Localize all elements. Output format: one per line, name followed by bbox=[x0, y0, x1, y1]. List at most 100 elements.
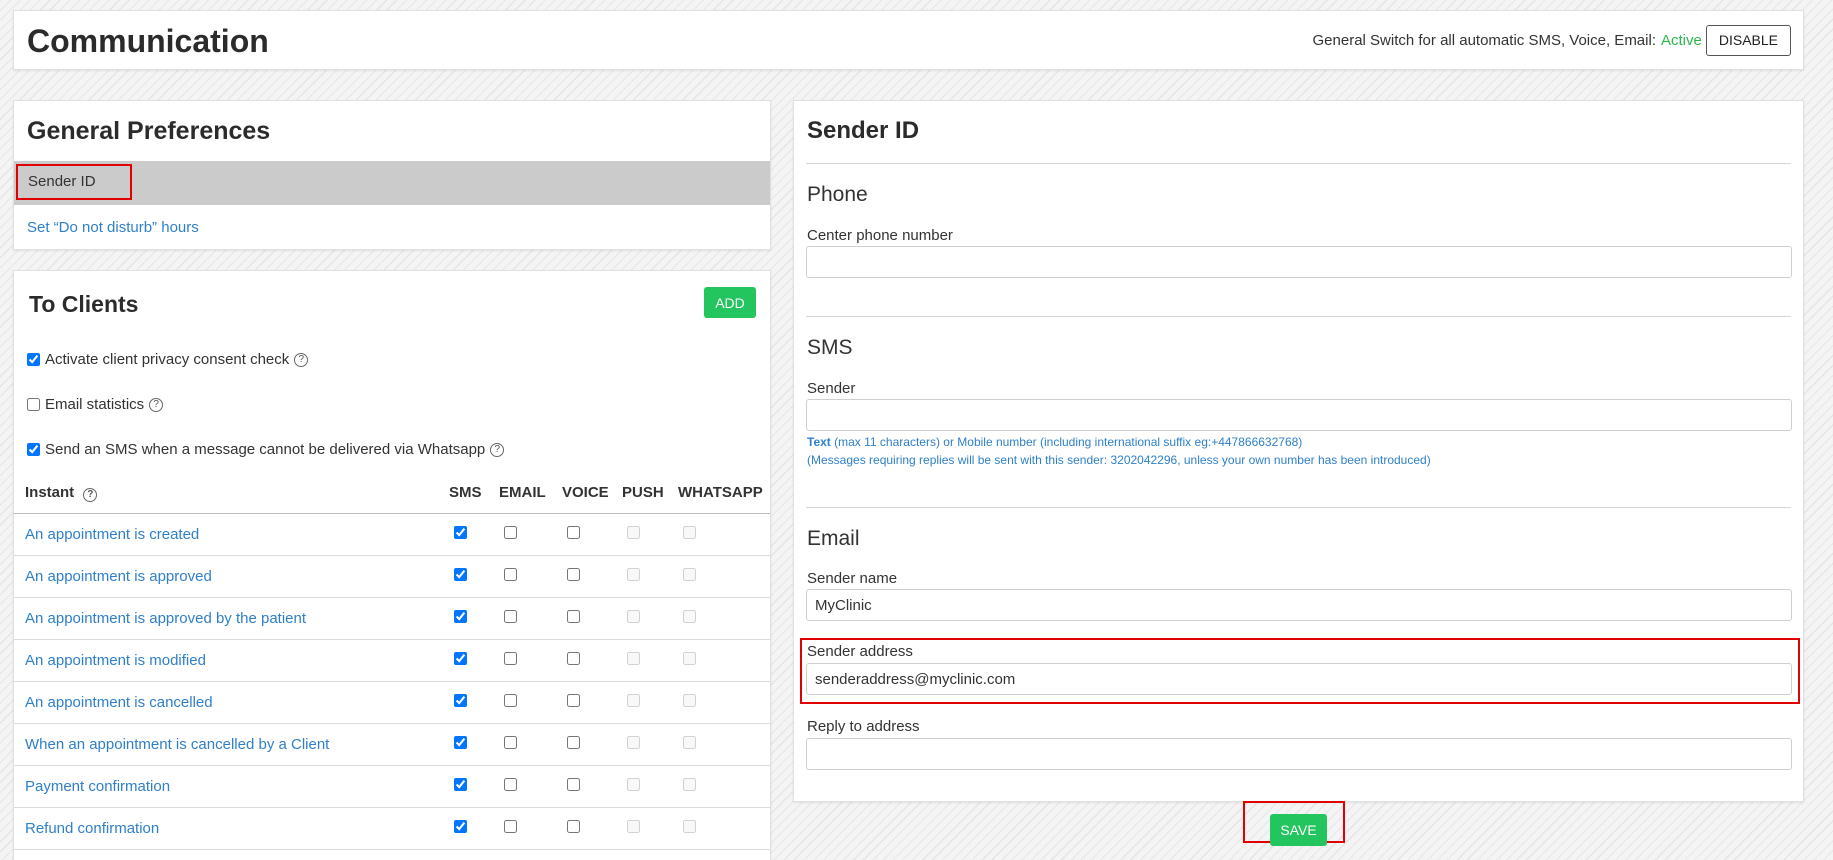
whatsapp-fallback-checkbox[interactable] bbox=[27, 443, 40, 456]
notification-link[interactable]: An appointment is modified bbox=[14, 639, 449, 682]
column-header-voice: VOICE bbox=[562, 473, 622, 514]
general-preferences-panel: General Preferences Sender ID Set “Do no… bbox=[13, 100, 771, 250]
voice-checkbox[interactable] bbox=[567, 651, 580, 665]
table-header-row: Instant ? SMS EMAIL VOICE PUSH WHATSAPP bbox=[14, 473, 770, 514]
sender-address-input[interactable] bbox=[806, 663, 1792, 695]
whatsapp-fallback-option[interactable]: Send an SMS when a message cannot be del… bbox=[27, 441, 505, 458]
help-icon[interactable]: ? bbox=[83, 487, 98, 502]
sender-name-input[interactable] bbox=[806, 589, 1792, 621]
column-header-push: PUSH bbox=[622, 473, 678, 514]
sender-id-panel: Sender ID Phone Center phone number SMS … bbox=[793, 100, 1804, 802]
sms-checkbox[interactable] bbox=[454, 735, 467, 749]
sender-address-label: Sender address bbox=[807, 643, 913, 660]
email-checkbox[interactable] bbox=[504, 777, 517, 791]
table-row: An appointment is approved bbox=[14, 555, 770, 598]
email-checkbox[interactable] bbox=[504, 693, 517, 707]
table-row: An appointment is modified bbox=[14, 639, 770, 682]
voice-checkbox[interactable] bbox=[567, 525, 580, 539]
push-checkbox bbox=[627, 525, 640, 539]
notification-link[interactable]: Refund confirmation bbox=[14, 807, 449, 850]
sms-checkbox[interactable] bbox=[454, 609, 467, 623]
push-checkbox bbox=[627, 609, 640, 623]
voice-checkbox[interactable] bbox=[567, 567, 580, 581]
push-checkbox bbox=[627, 651, 640, 665]
table-row: When an appointment is cancelled by a Cl… bbox=[14, 723, 770, 766]
add-button[interactable]: ADD bbox=[704, 287, 756, 318]
whatsapp-checkbox bbox=[683, 693, 696, 707]
divider bbox=[806, 507, 1791, 508]
email-statistics-checkbox[interactable] bbox=[27, 398, 40, 411]
push-checkbox bbox=[627, 777, 640, 791]
notification-link[interactable]: An appointment is approved bbox=[14, 555, 449, 598]
email-checkbox[interactable] bbox=[504, 609, 517, 623]
email-checkbox[interactable] bbox=[504, 819, 517, 833]
voice-checkbox[interactable] bbox=[567, 735, 580, 749]
sidebar-item-sender-id-row[interactable]: Sender ID bbox=[14, 161, 770, 205]
notification-link[interactable]: An appointment is approved by the patien… bbox=[14, 597, 449, 640]
email-checkbox[interactable] bbox=[504, 651, 517, 665]
sms-checkbox[interactable] bbox=[454, 567, 467, 581]
sms-sender-hint-bold: Text bbox=[807, 435, 831, 449]
notification-link[interactable]: An appointment is cancelled bbox=[14, 681, 449, 724]
divider bbox=[806, 316, 1791, 317]
help-icon[interactable]: ? bbox=[149, 397, 164, 412]
whatsapp-checkbox bbox=[683, 609, 696, 623]
help-icon[interactable]: ? bbox=[294, 352, 309, 367]
save-button[interactable]: SAVE bbox=[1270, 814, 1327, 846]
whatsapp-checkbox bbox=[683, 819, 696, 833]
privacy-consent-option[interactable]: Activate client privacy consent check ? bbox=[27, 351, 309, 368]
sms-sender-input[interactable] bbox=[806, 399, 1792, 431]
voice-checkbox[interactable] bbox=[567, 609, 580, 623]
sms-checkbox[interactable] bbox=[454, 693, 467, 707]
voice-checkbox[interactable] bbox=[567, 819, 580, 833]
whatsapp-fallback-label: Send an SMS when a message cannot be del… bbox=[45, 441, 486, 458]
sms-checkbox[interactable] bbox=[454, 777, 467, 791]
email-section-title: Email bbox=[807, 527, 860, 550]
column-header-sms: SMS bbox=[449, 473, 499, 514]
sender-name-label: Sender name bbox=[807, 570, 898, 587]
whatsapp-checkbox bbox=[683, 651, 696, 665]
general-switch: General Switch for all automatic SMS, Vo… bbox=[1313, 24, 1791, 56]
voice-checkbox[interactable] bbox=[567, 777, 580, 791]
whatsapp-checkbox bbox=[683, 777, 696, 791]
email-checkbox[interactable] bbox=[504, 567, 517, 581]
column-header-email: EMAIL bbox=[499, 473, 562, 514]
reply-to-input[interactable] bbox=[806, 738, 1792, 770]
sms-checkbox[interactable] bbox=[454, 819, 467, 833]
sender-id-title: Sender ID bbox=[807, 117, 920, 144]
email-statistics-label: Email statistics bbox=[45, 396, 145, 413]
whatsapp-checkbox bbox=[683, 735, 696, 749]
reply-to-label: Reply to address bbox=[807, 718, 920, 735]
column-header-whatsapp: WHATSAPP bbox=[678, 473, 770, 514]
column-header-instant: Instant ? bbox=[14, 473, 449, 514]
sms-sender-hint: Text (max 11 characters) or Mobile numbe… bbox=[807, 435, 1302, 449]
notification-link[interactable]: An appointment is created bbox=[14, 513, 449, 556]
general-switch-label: General Switch for all automatic SMS, Vo… bbox=[1312, 31, 1656, 49]
privacy-consent-label: Activate client privacy consent check bbox=[45, 351, 290, 368]
instant-notifications-table: Instant ? SMS EMAIL VOICE PUSH WHATSAPP … bbox=[14, 473, 770, 850]
table-row: An appointment is approved by the patien… bbox=[14, 597, 770, 640]
divider bbox=[806, 163, 1791, 164]
disable-button[interactable]: DISABLE bbox=[1705, 24, 1791, 56]
whatsapp-checkbox bbox=[683, 567, 696, 581]
table-row: Payment confirmation bbox=[14, 765, 770, 808]
sms-checkbox[interactable] bbox=[454, 651, 467, 665]
sidebar-item-do-not-disturb[interactable]: Set “Do not disturb” hours bbox=[27, 219, 199, 236]
column-header-instant-label: Instant bbox=[25, 483, 75, 501]
sidebar-item-sender-id[interactable]: Sender ID bbox=[16, 164, 132, 200]
center-phone-input[interactable] bbox=[806, 246, 1792, 278]
email-checkbox[interactable] bbox=[504, 735, 517, 749]
sms-checkbox[interactable] bbox=[454, 525, 467, 539]
notification-link[interactable]: When an appointment is cancelled by a Cl… bbox=[14, 723, 449, 766]
push-checkbox bbox=[627, 567, 640, 581]
email-statistics-option[interactable]: Email statistics ? bbox=[27, 396, 164, 413]
email-checkbox[interactable] bbox=[504, 525, 517, 539]
push-checkbox bbox=[627, 693, 640, 707]
general-preferences-title: General Preferences bbox=[27, 117, 271, 145]
privacy-consent-checkbox[interactable] bbox=[27, 353, 40, 366]
help-icon[interactable]: ? bbox=[490, 442, 505, 457]
voice-checkbox[interactable] bbox=[567, 693, 580, 707]
notification-link[interactable]: Payment confirmation bbox=[14, 765, 449, 808]
sms-section-title: SMS bbox=[807, 336, 853, 359]
header-bar: Communication General Switch for all aut… bbox=[13, 10, 1804, 70]
